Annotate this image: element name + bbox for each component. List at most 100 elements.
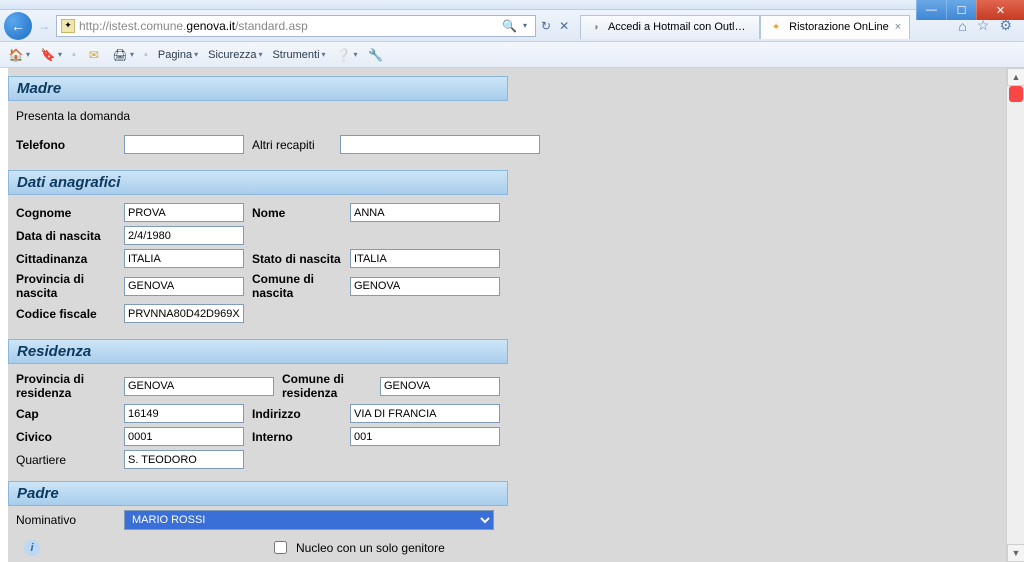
label-civico: Civico	[16, 430, 116, 444]
address-dropdown-icon[interactable]: ▾	[523, 21, 527, 30]
input-quartiere[interactable]	[124, 450, 244, 469]
window-minimize-button[interactable]: —	[916, 0, 946, 20]
row-data-nascita: Data di nascita	[8, 224, 1006, 247]
row-telefono: Telefono Altri recapiti	[8, 133, 1006, 156]
cmd-print[interactable]: 🖨▾	[112, 47, 134, 63]
label-telefono: Telefono	[16, 138, 116, 152]
label-cap: Cap	[16, 407, 116, 421]
input-codice-fiscale[interactable]	[124, 304, 244, 323]
input-nome[interactable]	[350, 203, 500, 222]
label-data-nascita: Data di nascita	[16, 229, 116, 243]
cmd-mail[interactable]: ✉	[86, 47, 102, 63]
row-quartiere: Quartiere	[8, 448, 1006, 471]
browser-command-bar: 🏠▾ 🔖▾ ▪ ✉ 🖨▾ ▪ Pagina ▾ Sicurezza ▾ Stru…	[0, 42, 1024, 68]
input-telefono[interactable]	[124, 135, 244, 154]
cmd-page[interactable]: Pagina ▾	[158, 49, 198, 61]
page-frame: Madre Presenta la domanda Telefono Altri…	[0, 68, 1024, 562]
info-icon[interactable]: i	[24, 540, 40, 556]
label-provincia-residenza: Provincia di residenza	[16, 372, 116, 400]
select-nominativo[interactable]: MARIO ROSSI	[124, 510, 494, 530]
input-provincia-residenza[interactable]	[124, 377, 274, 396]
tab-label: Accedi a Hotmail con Outlook,...	[608, 21, 751, 33]
mail-icon: ✉	[86, 47, 102, 63]
section-padre: Padre	[8, 481, 508, 506]
input-cittadinanza[interactable]	[124, 249, 244, 268]
address-controls: 🔍 ▾	[471, 19, 531, 33]
tab-favicon-icon: ◑	[589, 20, 602, 34]
label-nominativo: Nominativo	[16, 513, 116, 527]
row-civico-interno: Civico Interno	[8, 425, 1006, 448]
cmd-feeds[interactable]: 🔖▾	[40, 47, 62, 63]
window-maximize-button[interactable]: ☐	[946, 0, 976, 20]
input-cognome[interactable]	[124, 203, 244, 222]
label-stato-nascita: Stato di nascita	[252, 252, 342, 266]
address-url: http://istest.comune.genova.it/standard.…	[79, 19, 467, 33]
label-nucleo: Nucleo con un solo genitore	[296, 541, 445, 555]
tab-close-icon[interactable]: ×	[895, 21, 901, 33]
scroll-up-button[interactable]: ▲	[1007, 68, 1024, 86]
stop-button[interactable]: ✕	[556, 19, 572, 33]
row-provincia-residenza: Provincia di residenza Comune di residen…	[8, 370, 1006, 402]
window-buttons: — ☐ ✕	[916, 0, 1024, 20]
tab-hotmail[interactable]: ◑ Accedi a Hotmail con Outlook,...	[580, 15, 760, 39]
print-icon: 🖨	[112, 47, 128, 63]
help-icon: ❔	[336, 47, 352, 63]
label-indirizzo: Indirizzo	[252, 407, 342, 421]
input-data-nascita[interactable]	[124, 226, 244, 245]
input-indirizzo[interactable]	[350, 404, 500, 423]
row-cognome-nome: Cognome Nome	[8, 201, 1006, 224]
row-codice-fiscale: Codice fiscale	[8, 302, 1006, 325]
cmd-separator: ▪	[144, 49, 148, 61]
vertical-scrollbar[interactable]: ▲ ▼	[1006, 68, 1024, 562]
row-nominativo: Nominativo MARIO ROSSI	[8, 508, 1006, 532]
row-nucleo-genitore: Nucleo con un solo genitore	[262, 534, 453, 561]
nav-forward-button[interactable]: →	[34, 14, 54, 38]
search-icon[interactable]: 🔍	[502, 19, 517, 33]
label-cognome: Cognome	[16, 206, 116, 220]
input-provincia-nascita[interactable]	[124, 277, 244, 296]
label-quartiere: Quartiere	[16, 453, 116, 467]
input-comune-nascita[interactable]	[350, 277, 500, 296]
extra-icon: 🔧	[368, 47, 384, 63]
cmd-separator: ▪	[72, 49, 76, 61]
window-titlebar: — ☐ ✕	[0, 0, 1024, 10]
home-icon: 🏠	[8, 47, 24, 63]
label-interno: Interno	[252, 430, 342, 444]
section-dati-anagrafici: Dati anagrafici	[8, 170, 508, 195]
input-comune-residenza[interactable]	[380, 377, 500, 396]
feeds-icon: 🔖	[40, 47, 56, 63]
section-madre: Madre	[8, 76, 508, 101]
label-codice-fiscale: Codice fiscale	[16, 307, 116, 321]
input-cap[interactable]	[124, 404, 244, 423]
label-provincia-nascita: Provincia di nascita	[16, 272, 116, 300]
presenta-domanda-text: Presenta la domanda	[8, 103, 1006, 133]
section-residenza: Residenza	[8, 339, 508, 364]
cmd-home[interactable]: 🏠▾	[8, 47, 30, 63]
address-bar[interactable]: ✦ http://istest.comune.genova.it/standar…	[56, 15, 536, 37]
row-cap-indirizzo: Cap Indirizzo	[8, 402, 1006, 425]
input-altri-recapiti[interactable]	[340, 135, 540, 154]
browser-tabs: ◑ Accedi a Hotmail con Outlook,... ✦ Ris…	[580, 13, 938, 39]
input-civico[interactable]	[124, 427, 244, 446]
tab-favicon-icon: ✦	[769, 20, 783, 34]
scroll-thumb[interactable]	[1009, 86, 1023, 102]
cmd-extra[interactable]: 🔧	[368, 47, 384, 63]
tab-label: Ristorazione OnLine	[789, 21, 889, 33]
row-provincia-nascita: Provincia di nascita Comune di nascita	[8, 270, 1006, 302]
checkbox-nucleo[interactable]	[274, 541, 287, 554]
input-stato-nascita[interactable]	[350, 249, 500, 268]
browser-nav-bar: ← → ✦ http://istest.comune.genova.it/sta…	[0, 10, 1024, 42]
label-comune-residenza: Comune di residenza	[282, 372, 372, 400]
site-favicon-icon: ✦	[61, 19, 75, 33]
refresh-button[interactable]: ↻	[538, 19, 554, 33]
nav-back-button[interactable]: ←	[4, 12, 32, 40]
cmd-tools[interactable]: Strumenti ▾	[272, 49, 325, 61]
tab-ristorazione[interactable]: ✦ Ristorazione OnLine ×	[760, 15, 910, 39]
scroll-down-button[interactable]: ▼	[1007, 544, 1024, 562]
input-interno[interactable]	[350, 427, 500, 446]
cmd-safety[interactable]: Sicurezza ▾	[208, 49, 262, 61]
page-content: Madre Presenta la domanda Telefono Altri…	[8, 68, 1006, 562]
window-close-button[interactable]: ✕	[976, 0, 1024, 20]
cmd-help[interactable]: ❔▾	[336, 47, 358, 63]
label-nome: Nome	[252, 206, 342, 220]
